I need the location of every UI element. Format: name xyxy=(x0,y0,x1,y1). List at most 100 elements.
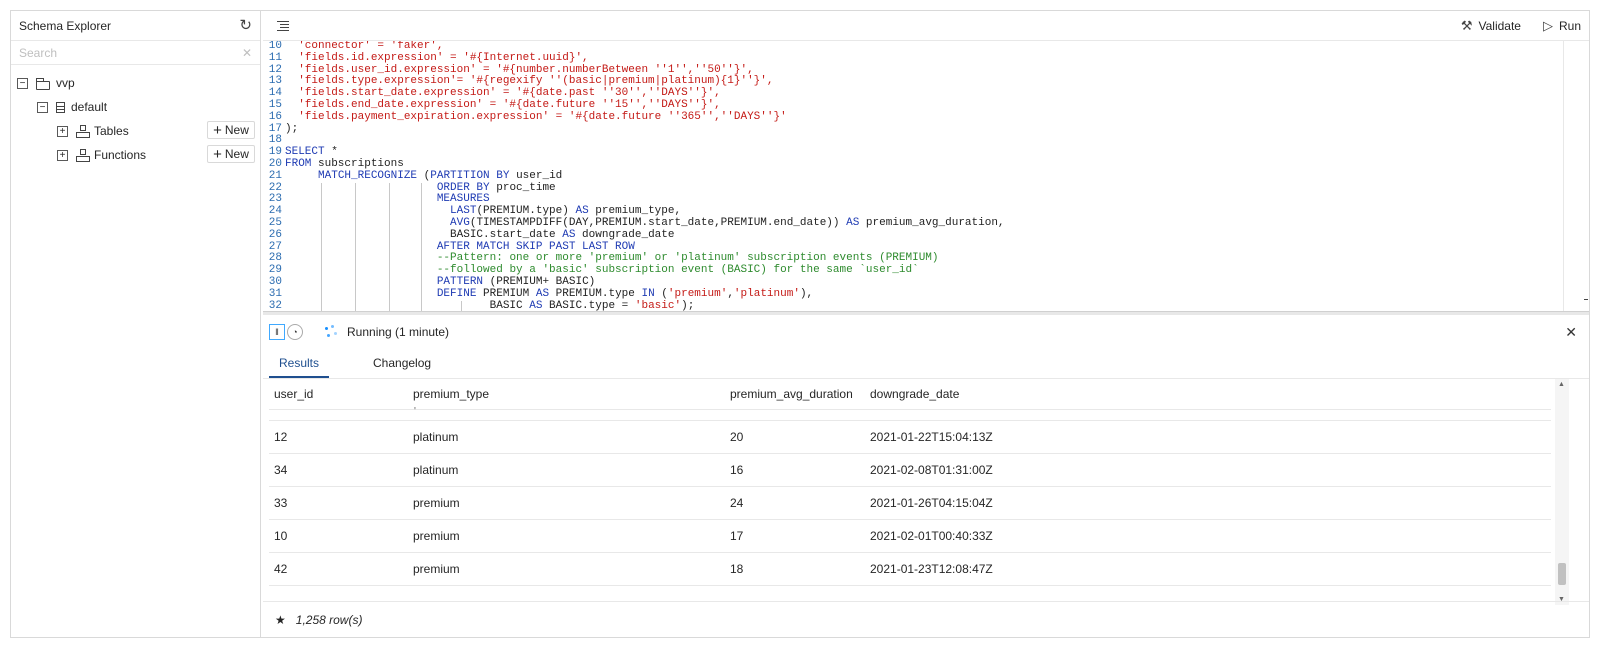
code-token: ); xyxy=(285,122,299,135)
schema-tree: − vvp − default + Tables + New + Functio… xyxy=(11,65,260,167)
table-row[interactable]: 33 premium 24 2021-01-26T04:15:04Z xyxy=(269,487,1551,520)
code-token: BASIC.start_date xyxy=(285,228,563,241)
outline-menu-icon[interactable] xyxy=(277,20,289,31)
code-token: PREMIUM.type xyxy=(549,287,642,300)
column-header[interactable]: premium_type xyxy=(408,387,725,401)
scroll-thumb[interactable] xyxy=(1558,563,1566,585)
table-cell: 2021-02-08T01:31:00Z xyxy=(870,463,993,477)
sql-editor[interactable]: 10 'connector' = 'faker', 11 'fields.id.e… xyxy=(263,41,1563,311)
pause-button[interactable]: ‖ xyxy=(269,324,285,340)
tree-node-catalog[interactable]: − vvp xyxy=(11,71,260,95)
pin-icon[interactable]: ★ xyxy=(275,613,286,627)
code-token: --Pattern: one or more 'premium' or 'pla… xyxy=(436,252,939,265)
database-label: default xyxy=(71,100,108,114)
table-row[interactable]: 42 premium 18 2021-01-23T12:08:47Z xyxy=(269,553,1551,586)
new-function-button[interactable]: + New xyxy=(207,145,255,163)
column-header[interactable]: downgrade_date xyxy=(865,387,1165,401)
new-table-button[interactable]: + New xyxy=(207,121,255,139)
results-footer: ★ 1,258 row(s) xyxy=(263,601,1589,637)
code-token: 'fields.type.expression'= '#{regexify ''… xyxy=(285,75,774,88)
run-button[interactable]: ▷ Run xyxy=(1543,18,1581,34)
code-token: (TIMESTAMPDIFF(DAY,PREMIUM.start_date,PR… xyxy=(469,216,847,229)
editor-overview-ruler xyxy=(1563,41,1588,311)
code-token: ( xyxy=(654,287,668,300)
clear-search-icon[interactable]: ✕ xyxy=(242,46,252,60)
code-line: 17); xyxy=(263,122,1563,136)
table-cell: premium xyxy=(413,496,460,510)
code-token: --followed by a 'basic' subscription eve… xyxy=(436,264,919,277)
code-token: ( xyxy=(417,169,431,182)
table-cell: 34 xyxy=(274,463,288,477)
scroll-up-icon[interactable]: ▲ xyxy=(1558,381,1565,388)
table-cell: 42 xyxy=(274,562,288,576)
validate-label: Validate xyxy=(1478,18,1521,33)
tree-node-functions[interactable]: + Functions + New xyxy=(11,143,260,167)
column-header[interactable]: premium_avg_duration xyxy=(725,387,865,401)
table-cell: 20 xyxy=(730,430,744,444)
tab-changelog[interactable]: Changelog xyxy=(363,349,441,378)
folder-open-icon xyxy=(36,77,50,90)
indent-guide xyxy=(421,300,422,311)
code-token: AS xyxy=(562,228,576,241)
code-token: ORDER BY xyxy=(436,181,490,194)
code-token: ), xyxy=(799,287,814,300)
main-panel: ⚒ Validate ▷ Run 10 'connector' = 'faker… xyxy=(263,11,1589,637)
line-number: 32 xyxy=(268,299,282,311)
code-token: 'connector' = 'faker', xyxy=(285,41,444,52)
code-token: premium_avg_duration, xyxy=(859,216,1005,229)
column-header[interactable]: user_id xyxy=(269,387,408,401)
table-row[interactable]: 10 premium 17 2021-02-01T00:40:33Z xyxy=(269,520,1551,553)
code-token: 'platinum' xyxy=(733,287,800,300)
table-cell: 18 xyxy=(730,562,744,576)
results-table: user_id premium_type premium_avg_duratio… xyxy=(269,379,1551,605)
code-token: AS xyxy=(846,216,860,229)
table-header: user_id premium_type premium_avg_duratio… xyxy=(269,379,1551,410)
indent-guide xyxy=(355,300,356,311)
new-function-label: New xyxy=(224,147,249,161)
code-token: 'fields.end_date.expression' = '#{date.f… xyxy=(285,98,721,111)
code-token: downgrade_date xyxy=(575,228,675,241)
expand-toggle-icon[interactable]: + xyxy=(57,125,68,137)
code-token: premium_type, xyxy=(588,205,682,218)
line-number: 21 xyxy=(268,169,282,182)
table-cell: 16 xyxy=(730,463,744,477)
table-cell: 10 xyxy=(274,529,288,543)
refresh-icon[interactable]: ↻ xyxy=(239,18,252,33)
plus-icon: + xyxy=(213,145,222,163)
table-cell: 12 xyxy=(274,430,288,444)
gauge-icon[interactable]: ◔ xyxy=(287,324,303,340)
tree-node-database[interactable]: − default xyxy=(11,95,260,119)
table-cell: platinum xyxy=(413,463,459,477)
search-input[interactable] xyxy=(19,45,219,60)
expand-toggle-icon[interactable]: + xyxy=(57,149,68,161)
code-token: DEFINE xyxy=(436,287,477,300)
collapse-toggle-icon[interactable]: − xyxy=(17,77,28,89)
code-token: AVG xyxy=(450,216,470,229)
results-header: ‖ ◔ Running (1 minute) ✕ xyxy=(263,315,1589,349)
tree-node-tables[interactable]: + Tables + New xyxy=(11,119,260,143)
table-scrollbar[interactable]: ▲ ▼ xyxy=(1555,379,1569,605)
validate-button[interactable]: ⚒ Validate xyxy=(1461,18,1521,34)
code-token: AS xyxy=(535,287,550,300)
table-row[interactable]: 12 platinum 20 2021-01-22T15:04:13Z xyxy=(269,421,1551,454)
collapse-toggle-icon[interactable]: − xyxy=(37,101,48,113)
results-tabs: Results Changelog xyxy=(263,349,1589,379)
send-icon: ▷ xyxy=(1542,17,1553,33)
indent-guide xyxy=(461,300,462,311)
editor-toolbar: ⚒ Validate ▷ Run xyxy=(263,11,1589,41)
code-token: FROM xyxy=(285,157,312,170)
code-token: PREMIUM xyxy=(476,287,536,300)
close-icon[interactable]: ✕ xyxy=(1565,324,1577,341)
code-token: MATCH_RECOGNIZE xyxy=(318,169,418,182)
table-cell: premium xyxy=(413,562,460,576)
code-token: AS xyxy=(575,205,589,218)
tab-results[interactable]: Results xyxy=(269,349,330,378)
partial-row: ' xyxy=(269,407,1551,421)
table-row[interactable]: 34 platinum 16 2021-02-08T01:31:00Z xyxy=(269,454,1551,487)
